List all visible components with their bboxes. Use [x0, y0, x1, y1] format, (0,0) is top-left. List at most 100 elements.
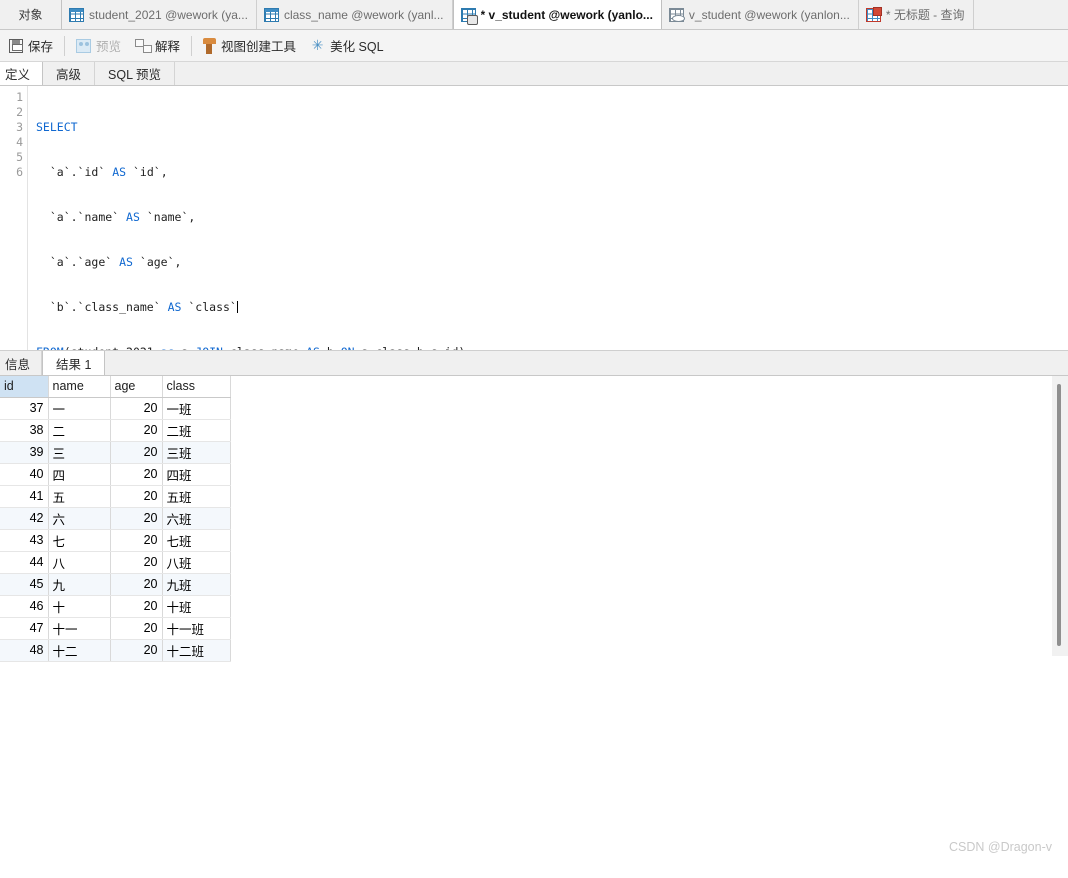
cell-name[interactable]: 十一 — [48, 617, 111, 640]
cell-age[interactable]: 20 — [110, 551, 163, 574]
table-row[interactable]: 43 七 20 七班 — [0, 529, 231, 552]
definition-tab-strip[interactable]: 定义 高级 SQL 预览 — [0, 62, 1068, 86]
table-row[interactable]: 37 一 20 一班 — [0, 397, 231, 420]
table-row[interactable]: 46 十 20 十班 — [0, 595, 231, 618]
cell-name[interactable]: 四 — [48, 463, 111, 486]
cell-id[interactable]: 48 — [0, 639, 49, 662]
cell-class[interactable]: 一班 — [162, 397, 231, 420]
cell-name[interactable]: 三 — [48, 441, 111, 464]
table-row[interactable]: 39 三 20 三班 — [0, 441, 231, 464]
tab-sql-preview-label: SQL 预览 — [108, 68, 162, 82]
cell-name[interactable]: 十二 — [48, 639, 111, 662]
column-header-name[interactable]: name — [48, 376, 111, 398]
toolbar-divider — [64, 35, 66, 56]
table-row[interactable]: 47 十一 20 十一班 — [0, 617, 231, 640]
cell-id[interactable]: 39 — [0, 441, 49, 464]
view-builder-button[interactable]: 视图创建工具 — [196, 34, 303, 58]
cell-age[interactable]: 20 — [110, 507, 163, 530]
result-grid[interactable]: id name age class 37 一 20 一班 38 二 20 二班 … — [0, 376, 231, 662]
tab-messages[interactable]: 信息 — [0, 351, 43, 375]
cell-age[interactable]: 20 — [110, 595, 163, 618]
column-header-class[interactable]: class — [162, 376, 231, 398]
cell-name[interactable]: 九 — [48, 573, 111, 596]
cell-age[interactable]: 20 — [110, 463, 163, 486]
cell-age[interactable]: 20 — [110, 441, 163, 464]
cell-class[interactable]: 九班 — [162, 573, 231, 596]
table-icon — [263, 7, 279, 22]
document-tab-student-2021[interactable]: student_2021 @wework (ya... — [62, 0, 257, 29]
table-row[interactable]: 38 二 20 二班 — [0, 419, 231, 442]
beautify-sql-button[interactable]: ✳ 美化 SQL — [303, 34, 391, 58]
cell-name[interactable]: 二 — [48, 419, 111, 442]
cell-id[interactable]: 46 — [0, 595, 49, 618]
tab-sql-preview[interactable]: SQL 预览 — [95, 62, 176, 85]
cell-id[interactable]: 42 — [0, 507, 49, 530]
cell-class[interactable]: 二班 — [162, 419, 231, 442]
cell-class[interactable]: 四班 — [162, 463, 231, 486]
table-header-row: id name age class — [0, 376, 231, 398]
cell-class[interactable]: 七班 — [162, 529, 231, 552]
cell-name[interactable]: 八 — [48, 551, 111, 574]
cell-id[interactable]: 43 — [0, 529, 49, 552]
column-header-id[interactable]: id — [0, 376, 49, 398]
result-vertical-scrollbar[interactable] — [1052, 376, 1068, 656]
table-row[interactable]: 45 九 20 九班 — [0, 573, 231, 596]
cell-id[interactable]: 44 — [0, 551, 49, 574]
tab-advanced[interactable]: 高级 — [43, 62, 96, 85]
table-row[interactable]: 40 四 20 四班 — [0, 463, 231, 486]
query-icon — [865, 6, 882, 22]
preview-button-label: 预览 — [96, 40, 122, 54]
document-tab-v-student-data[interactable]: v_student @wework (yanlon... — [661, 0, 859, 29]
cell-id[interactable]: 41 — [0, 485, 49, 508]
document-tab-untitled-query[interactable]: * 无标题 - 查询 — [858, 0, 974, 29]
cell-name[interactable]: 六 — [48, 507, 111, 530]
explain-button[interactable]: 解释 — [128, 34, 187, 58]
table-row[interactable]: 44 八 20 八班 — [0, 551, 231, 574]
cell-class[interactable]: 三班 — [162, 441, 231, 464]
cell-name[interactable]: 十 — [48, 595, 111, 618]
cell-name[interactable]: 一 — [48, 397, 111, 420]
cell-age[interactable]: 20 — [110, 419, 163, 442]
cell-id[interactable]: 38 — [0, 419, 49, 442]
object-pane-tab[interactable]: 对象 — [0, 0, 62, 29]
column-header-age[interactable]: age — [110, 376, 163, 398]
sql-editor[interactable]: 1 2 3 4 5 6 SELECT `a`.`id` AS `id`, `a`… — [0, 86, 1068, 351]
preview-button[interactable]: 预览 — [69, 34, 128, 58]
document-tab-v-student-design[interactable]: * v_student @wework (yanlo... — [452, 0, 662, 29]
cell-age[interactable]: 20 — [110, 639, 163, 662]
table-row[interactable]: 42 六 20 六班 — [0, 507, 231, 530]
cell-class[interactable]: 十二班 — [162, 639, 231, 662]
result-grid-panel: id name age class 37 一 20 一班 38 二 20 二班 … — [0, 376, 1068, 866]
cell-name[interactable]: 五 — [48, 485, 111, 508]
result-tab-strip[interactable]: 信息 结果 1 — [0, 351, 1068, 376]
cell-class[interactable]: 五班 — [162, 485, 231, 508]
cell-class[interactable]: 十一班 — [162, 617, 231, 640]
document-tab-label: * 无标题 - 查询 — [885, 8, 965, 22]
cell-id[interactable]: 47 — [0, 617, 49, 640]
table-row[interactable]: 48 十二 20 十二班 — [0, 639, 231, 662]
beautify-sql-button-label: 美化 SQL — [330, 40, 384, 54]
cell-id[interactable]: 40 — [0, 463, 49, 486]
sql-code-area[interactable]: SELECT `a`.`id` AS `id`, `a`.`name` AS `… — [28, 86, 1068, 350]
cell-age[interactable]: 20 — [110, 485, 163, 508]
cell-id[interactable]: 37 — [0, 397, 49, 420]
document-tab-class-name[interactable]: class_name @wework (yanl... — [256, 0, 453, 29]
cell-age[interactable]: 20 — [110, 617, 163, 640]
cell-class[interactable]: 八班 — [162, 551, 231, 574]
tab-advanced-label: 高级 — [56, 68, 82, 82]
save-button[interactable]: 保存 — [2, 34, 60, 58]
document-tab-bar[interactable]: 对象 student_2021 @wework (ya... class_nam… — [0, 0, 1068, 30]
cell-age[interactable]: 20 — [110, 397, 163, 420]
cell-class[interactable]: 十班 — [162, 595, 231, 618]
cell-id[interactable]: 45 — [0, 573, 49, 596]
tab-definition[interactable]: 定义 — [0, 62, 44, 85]
cell-name[interactable]: 七 — [48, 529, 111, 552]
scrollbar-thumb[interactable] — [1057, 384, 1061, 646]
document-tab-label: * v_student @wework (yanlo... — [480, 7, 653, 22]
cell-age[interactable]: 20 — [110, 529, 163, 552]
tab-result-1[interactable]: 结果 1 — [42, 351, 106, 375]
toolbar-divider — [191, 35, 193, 56]
cell-age[interactable]: 20 — [110, 573, 163, 596]
table-row[interactable]: 41 五 20 五班 — [0, 485, 231, 508]
cell-class[interactable]: 六班 — [162, 507, 231, 530]
